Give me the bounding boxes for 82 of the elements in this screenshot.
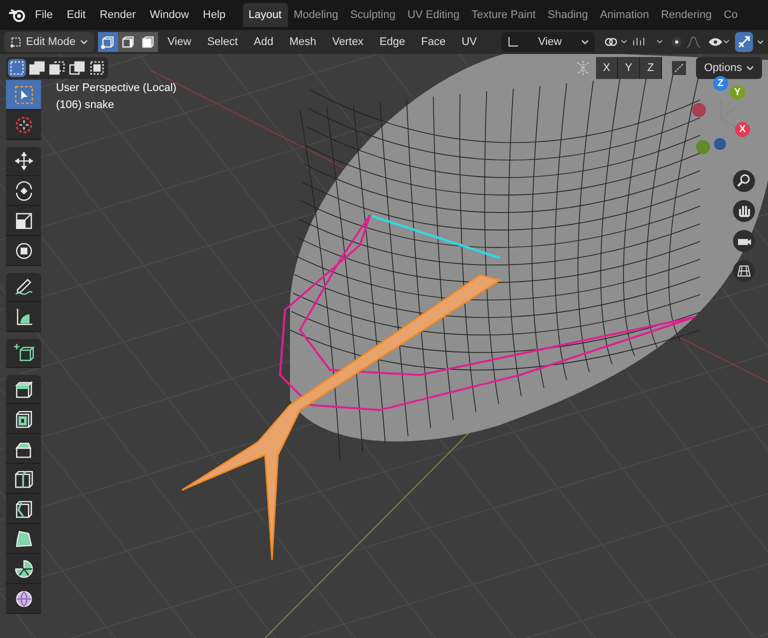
- selection-mode-button[interactable]: [8, 59, 26, 77]
- select-box-icon: [12, 84, 34, 106]
- add-cube-icon: [12, 342, 34, 364]
- selection-mode-button[interactable]: [28, 59, 46, 77]
- tool-button[interactable]: [6, 374, 41, 404]
- mode-dropdown[interactable]: Edit Mode: [4, 32, 94, 52]
- header-menu-item[interactable]: View: [162, 34, 198, 50]
- gizmo-toggle-button[interactable]: [734, 32, 754, 52]
- tool-button[interactable]: [6, 524, 41, 554]
- workspace-tab[interactable]: Modeling: [288, 2, 344, 28]
- menu-item[interactable]: Render: [94, 6, 141, 24]
- face-mode-icon: [140, 35, 155, 49]
- options-dropdown[interactable]: Options: [696, 57, 762, 79]
- workspace-tab[interactable]: Shading: [542, 2, 594, 28]
- tool-button[interactable]: [6, 494, 41, 524]
- view-name-label: User Perspective (Local): [56, 81, 176, 96]
- chevron-icon: [757, 38, 764, 46]
- menu-item[interactable]: Window: [144, 6, 194, 24]
- mirror-axis-button[interactable]: X: [596, 57, 618, 79]
- selection-mode-button[interactable]: [88, 59, 106, 77]
- menu-item[interactable]: Edit: [62, 6, 91, 24]
- select-new-icon: [9, 60, 25, 76]
- axes-icon: [506, 36, 519, 48]
- object-name-label: (106) snake: [56, 98, 116, 113]
- tool-button[interactable]: [6, 176, 41, 206]
- workspace-tab[interactable]: Texture Paint: [465, 2, 542, 28]
- camera-icon[interactable]: [733, 230, 755, 252]
- edit-mode-icon: [10, 36, 22, 48]
- menu-item[interactable]: File: [30, 6, 58, 24]
- select-subtract-icon: [49, 60, 65, 76]
- chevron-icon: [580, 38, 589, 46]
- selection-mode-button[interactable]: [48, 59, 66, 77]
- chevron-icon: [746, 64, 754, 72]
- workspace-tab[interactable]: Rendering: [654, 2, 718, 28]
- tool-button[interactable]: [6, 80, 41, 110]
- vertex-mode-icon: [100, 35, 115, 49]
- zoom-icon[interactable]: [733, 170, 755, 192]
- workspace-tab[interactable]: Animation: [594, 2, 655, 28]
- mirror-axis-button[interactable]: Z: [640, 57, 662, 79]
- move-arrows-icon: [12, 150, 34, 172]
- app-logo-icon: [8, 7, 26, 23]
- mode-label: Edit Mode: [26, 34, 76, 50]
- tool-button[interactable]: [6, 236, 41, 266]
- edge-mode-icon: [120, 35, 135, 49]
- gizmo-arrow-icon: [737, 35, 752, 49]
- selection-mode-button[interactable]: [68, 59, 86, 77]
- workspace-tab[interactable]: Layout: [242, 2, 288, 28]
- orientation-label: View: [537, 34, 563, 50]
- tool-button[interactable]: [6, 464, 41, 494]
- select-extend-icon: [29, 60, 45, 76]
- header-menu-item[interactable]: Mesh: [283, 34, 322, 50]
- select-mode-button[interactable]: [98, 32, 118, 52]
- header-menu-item[interactable]: Add: [248, 34, 280, 50]
- orientation-dropdown[interactable]: View: [500, 32, 595, 52]
- mirror-axis-button[interactable]: Y: [618, 57, 640, 79]
- tool-button[interactable]: [6, 404, 41, 434]
- tool-button[interactable]: [6, 584, 41, 614]
- select-invert-icon: [69, 60, 85, 76]
- auto-merge-icon[interactable]: [670, 59, 688, 77]
- tool-button[interactable]: [6, 206, 41, 236]
- spin-icon: [12, 558, 34, 580]
- tool-button[interactable]: [6, 338, 41, 368]
- select-intersect-icon: [89, 60, 105, 76]
- tool-button[interactable]: [6, 434, 41, 464]
- header-menu-item[interactable]: UV: [456, 34, 483, 50]
- header-menu-item[interactable]: Face: [415, 34, 452, 50]
- select-mode-button[interactable]: [118, 32, 138, 52]
- header-menu-item[interactable]: Edge: [373, 34, 412, 50]
- workspace-tab[interactable]: UV Editing: [401, 2, 466, 28]
- tool-button[interactable]: [6, 272, 41, 302]
- menu-item[interactable]: Help: [198, 6, 231, 24]
- tool-button[interactable]: [6, 302, 41, 332]
- hand-icon[interactable]: [733, 200, 755, 222]
- select-mode-button[interactable]: [138, 32, 158, 52]
- grid-icon[interactable]: [733, 260, 755, 282]
- chevron-icon: [80, 38, 88, 46]
- header-menu-item[interactable]: Vertex: [326, 34, 370, 50]
- workspace-tab[interactable]: Co: [718, 2, 744, 28]
- workspace-tab[interactable]: Sculpting: [344, 2, 402, 28]
- header-menu-item[interactable]: Select: [201, 34, 244, 50]
- tool-button[interactable]: [6, 554, 41, 584]
- tool-button[interactable]: [6, 146, 41, 176]
